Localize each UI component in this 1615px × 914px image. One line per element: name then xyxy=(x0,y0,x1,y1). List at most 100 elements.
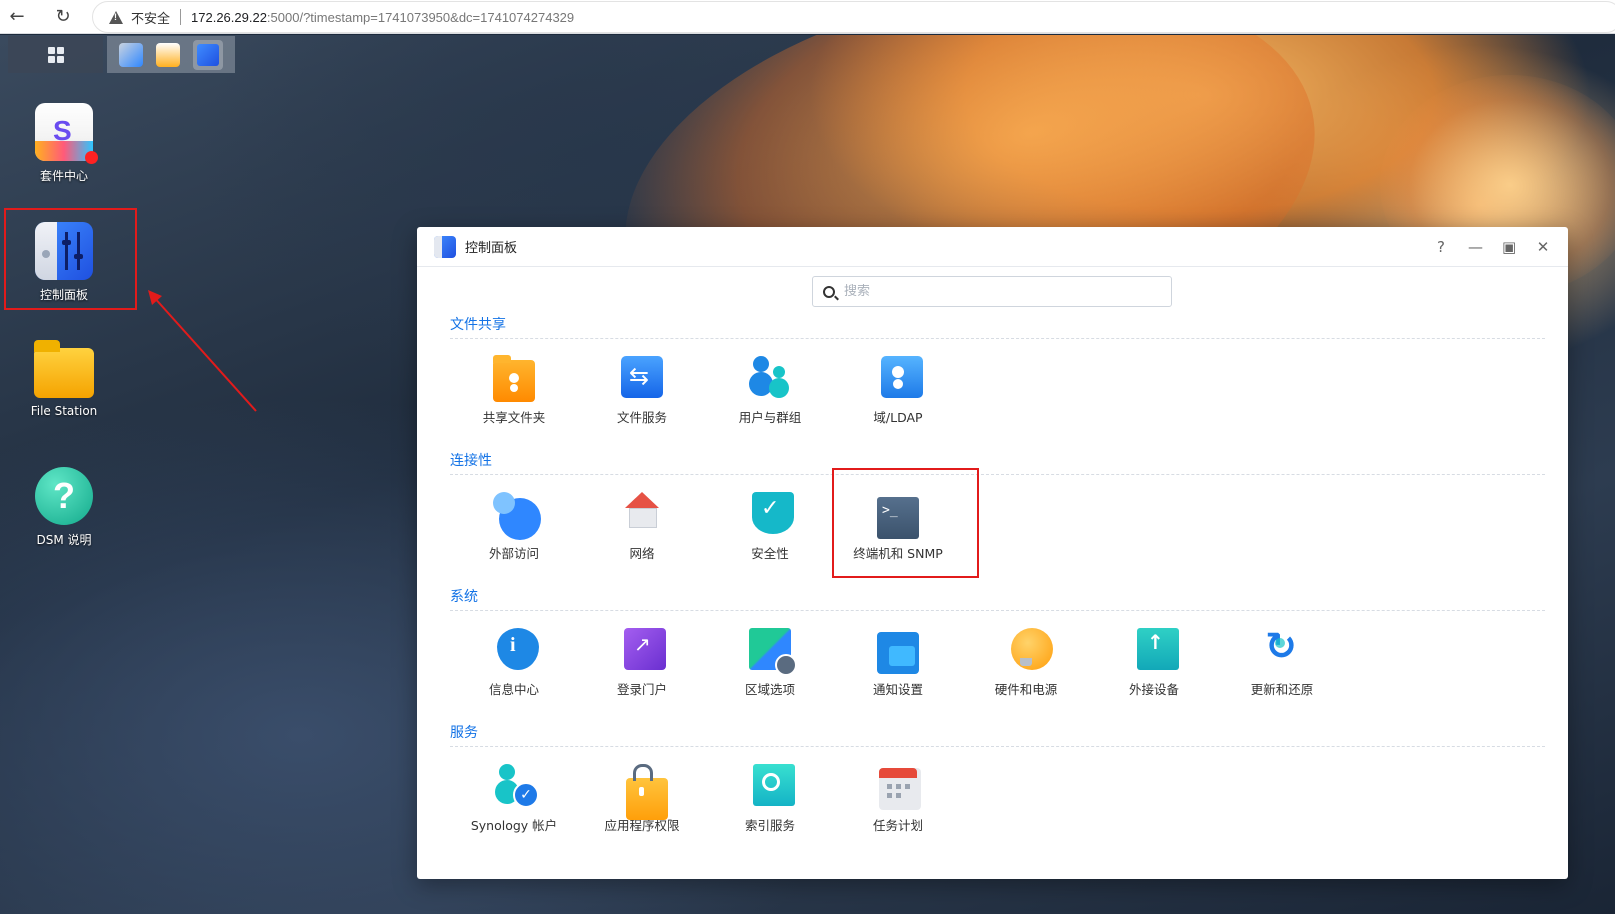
item-indexing-service[interactable]: 索引服务 xyxy=(706,764,834,834)
item-users-groups[interactable]: 用户与群组 xyxy=(706,356,834,426)
item-notification[interactable]: 通知设置 xyxy=(834,628,962,698)
item-synology-account[interactable]: Synology 帐户 xyxy=(450,764,578,834)
item-external-access[interactable]: 外部访问 xyxy=(450,492,578,562)
grid-icon xyxy=(47,46,64,63)
desktop-icon-label: File Station xyxy=(30,404,98,418)
help-icon[interactable]: ? xyxy=(1434,238,1448,256)
section-system: 系统 信息中心 登录门户 区域选项 通知设置 硬件和电源 外接设备 更新和还原 xyxy=(450,586,1545,698)
index-search-icon xyxy=(753,764,795,806)
lightbulb-icon xyxy=(1011,628,1053,670)
section-file-sharing: 文件共享 共享文件夹 文件服务 用户与群组 域/LDAP xyxy=(450,314,1545,426)
section-connectivity: 连接性 外部访问 网络 安全性 终端机和 SNMP xyxy=(450,450,1545,562)
update-icon xyxy=(1261,624,1303,670)
annotation-arrow-icon xyxy=(148,290,257,412)
maximize-icon[interactable]: ▣ xyxy=(1502,238,1516,256)
divider xyxy=(180,9,182,25)
control-panel-window: 控制面板 ? — ▣ ✕ 文件共享 共享文件夹 文件服务 用户与群组 域/LDA… xyxy=(417,227,1568,879)
item-label: 任务计划 xyxy=(872,818,923,833)
warning-icon xyxy=(109,10,123,24)
address-bar[interactable]: 不安全 172.26.29.22 :5000/?timestamp=174107… xyxy=(92,1,1615,33)
external-access-icon xyxy=(493,492,541,540)
item-label: 更新和还原 xyxy=(1250,682,1314,697)
calendar-icon xyxy=(879,768,921,810)
window-title: 控制面板 xyxy=(465,241,518,256)
desktop-icon-label: 控制面板 xyxy=(39,288,88,302)
shield-icon xyxy=(752,492,794,534)
item-shared-folder[interactable]: 共享文件夹 xyxy=(450,355,578,426)
taskbar xyxy=(8,36,235,73)
login-portal-icon xyxy=(624,628,666,670)
item-hardware-power[interactable]: 硬件和电源 xyxy=(962,628,1090,698)
section-title: 文件共享 xyxy=(450,317,506,333)
item-security[interactable]: 安全性 xyxy=(706,492,834,562)
item-update-restore[interactable]: 更新和还原 xyxy=(1218,624,1346,698)
regional-options-icon xyxy=(749,628,797,676)
search-box[interactable] xyxy=(812,276,1172,307)
item-label: 安全性 xyxy=(751,546,789,561)
minimize-icon[interactable]: — xyxy=(1468,238,1483,256)
item-terminal-snmp[interactable]: 终端机和 SNMP xyxy=(834,492,962,562)
info-icon xyxy=(497,628,539,670)
item-label: 用户与群组 xyxy=(738,410,802,425)
account-icon xyxy=(493,764,539,808)
item-file-services[interactable]: 文件服务 xyxy=(578,356,706,426)
package-center-icon: S xyxy=(35,103,98,164)
url-host: 172.26.29.22 xyxy=(191,9,267,25)
desktop-icon-dsm-help[interactable]: ? DSM 说明 xyxy=(4,467,124,548)
item-label: 登录门户 xyxy=(616,682,667,697)
back-arrow-icon[interactable]: ← xyxy=(0,0,34,34)
control-panel-icon xyxy=(35,222,93,280)
browser-toolbar: ← ↻ 不安全 172.26.29.22 :5000/?timestamp=17… xyxy=(0,0,1615,34)
file-services-icon xyxy=(621,356,663,398)
item-label: Synology 帐户 xyxy=(470,818,558,833)
terminal-icon xyxy=(877,497,919,539)
divider xyxy=(450,474,1545,475)
main-menu-button[interactable] xyxy=(8,36,103,73)
section-title: 连接性 xyxy=(450,453,492,469)
desktop-icon-label: DSM 说明 xyxy=(36,533,92,547)
package-center-icon[interactable] xyxy=(155,42,180,67)
window-titlebar[interactable]: 控制面板 ? — ▣ ✕ xyxy=(417,227,1568,267)
desktop-icon-control-panel[interactable]: 控制面板 xyxy=(4,222,124,303)
item-app-privileges[interactable]: 应用程序权限 xyxy=(578,764,706,834)
item-label: 文件服务 xyxy=(616,410,667,425)
item-label: 外接设备 xyxy=(1128,682,1179,697)
item-network[interactable]: 网络 xyxy=(578,492,706,562)
divider xyxy=(450,610,1545,611)
item-domain-ldap[interactable]: 域/LDAP xyxy=(834,356,962,426)
item-label: 外部访问 xyxy=(488,546,539,561)
control-panel-icon xyxy=(434,235,456,258)
item-task-scheduler[interactable]: 任务计划 xyxy=(834,764,962,834)
item-label: 通知设置 xyxy=(872,682,923,697)
search-input[interactable] xyxy=(844,284,1144,299)
notification-icon xyxy=(877,632,919,674)
search-icon xyxy=(823,285,835,298)
taskbar-apps xyxy=(107,36,235,73)
desktop-icon-file-station[interactable]: File Station xyxy=(4,340,124,418)
item-label: 信息中心 xyxy=(488,682,539,697)
desktop-icon-label: 套件中心 xyxy=(39,169,88,183)
item-label: 区域选项 xyxy=(744,682,795,697)
item-login-portal[interactable]: 登录门户 xyxy=(578,628,706,698)
external-device-icon xyxy=(1137,628,1179,670)
divider xyxy=(450,746,1545,747)
control-panel-taskbar-icon[interactable] xyxy=(192,39,223,70)
storage-manager-icon[interactable] xyxy=(119,42,144,67)
section-services: 服务 Synology 帐户 应用程序权限 索引服务 任务计划 xyxy=(450,722,1545,834)
desktop-icon-package-center[interactable]: S 套件中心 xyxy=(4,103,124,184)
item-external-devices[interactable]: 外接设备 xyxy=(1090,628,1218,698)
item-label: 索引服务 xyxy=(744,818,795,833)
reload-icon[interactable]: ↻ xyxy=(46,0,80,34)
security-label: 不安全 xyxy=(131,11,171,27)
item-label: 硬件和电源 xyxy=(994,682,1058,697)
item-info-center[interactable]: 信息中心 xyxy=(450,628,578,698)
domain-icon xyxy=(881,356,923,398)
folder-icon xyxy=(34,340,94,398)
close-icon[interactable]: ✕ xyxy=(1536,238,1550,256)
section-title: 服务 xyxy=(450,725,478,741)
item-regional-options[interactable]: 区域选项 xyxy=(706,628,834,698)
users-icon xyxy=(749,356,791,398)
item-label: 域/LDAP xyxy=(873,410,923,425)
help-icon: ? xyxy=(35,467,93,525)
lock-icon xyxy=(626,764,668,820)
